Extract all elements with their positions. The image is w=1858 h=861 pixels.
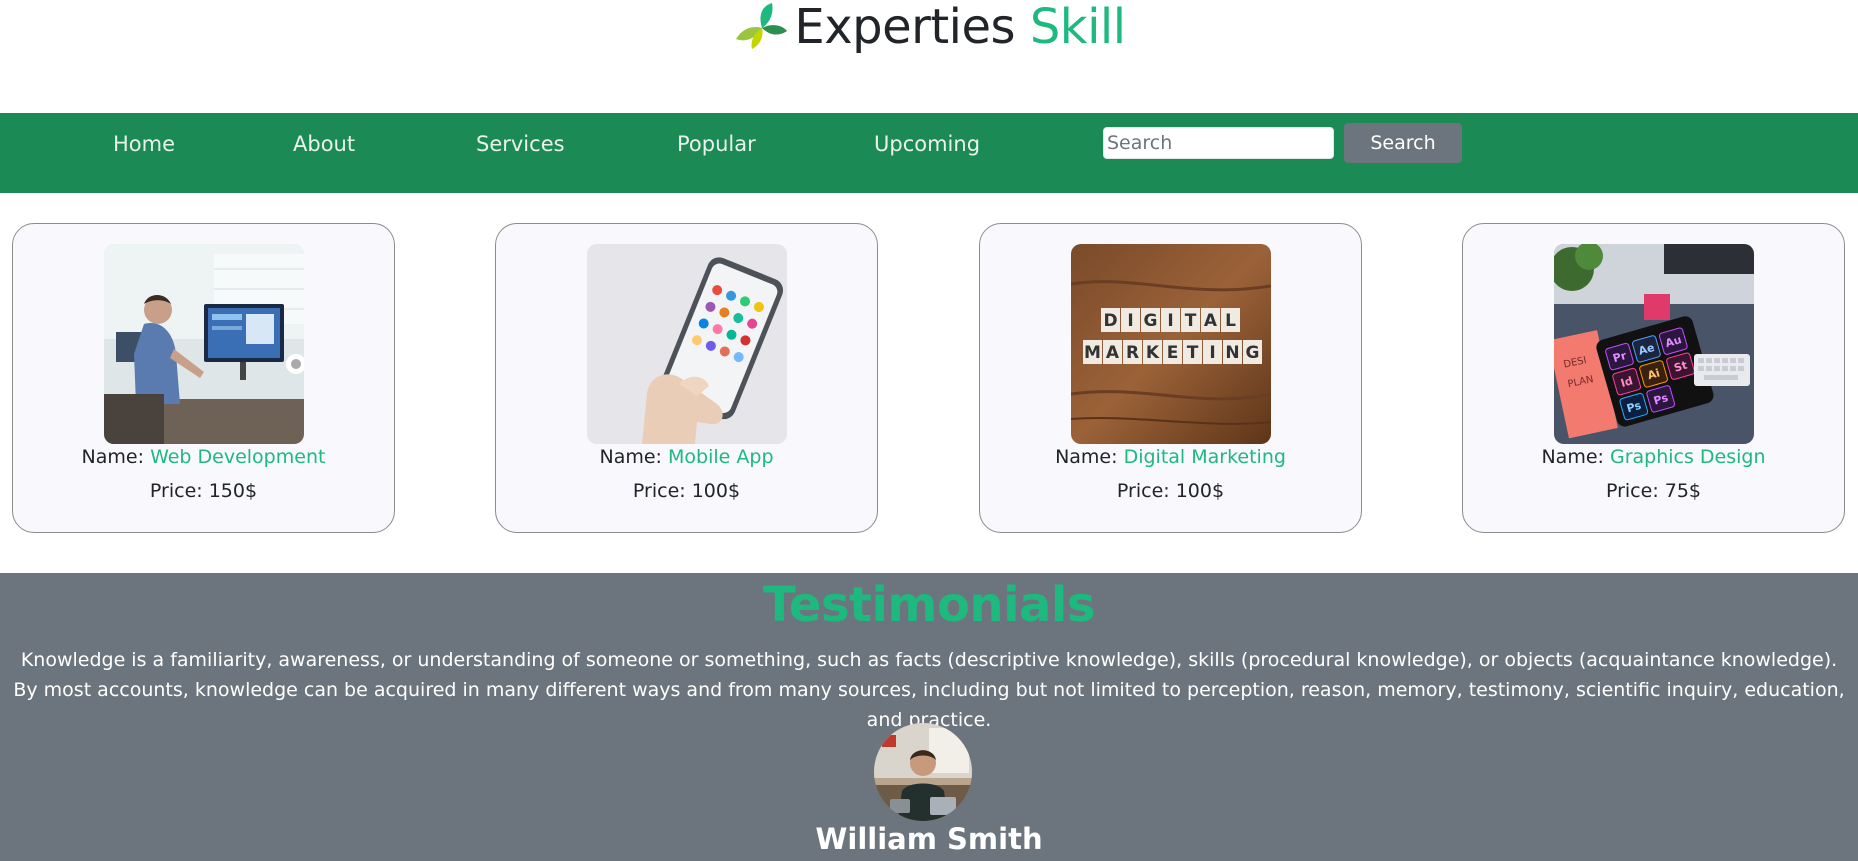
svg-text:I: I xyxy=(1127,311,1133,331)
svg-text:E: E xyxy=(1166,343,1178,363)
card-name: Name: Digital Marketing xyxy=(980,446,1361,468)
site-header: Experties Skill xyxy=(0,0,1858,60)
testimonials-title: Testimonials xyxy=(763,577,1095,633)
svg-text:G: G xyxy=(1143,311,1157,331)
nav-link-about[interactable]: About xyxy=(293,113,355,193)
card-price: Price: 100$ xyxy=(1116,480,1225,502)
svg-text:I: I xyxy=(1209,343,1215,363)
card-name-label: Name: xyxy=(81,446,145,468)
nav-link-services[interactable]: Services xyxy=(476,113,565,193)
nav-link-upcoming[interactable]: Upcoming xyxy=(874,113,980,193)
svg-text:A: A xyxy=(1203,311,1217,331)
leaf-logo-icon xyxy=(736,3,788,49)
service-card-mobile-app[interactable]: Name: Mobile App Price: 100$ xyxy=(495,223,878,533)
svg-text:R: R xyxy=(1125,343,1138,363)
svg-text:G: G xyxy=(1245,343,1259,363)
card-price: Price: 150$ xyxy=(149,480,258,502)
site-title-accent: Skill xyxy=(1029,0,1126,55)
card-price: Price: 75$ xyxy=(1605,480,1702,502)
search-button[interactable]: Search xyxy=(1344,123,1462,163)
svg-text:A: A xyxy=(1105,343,1119,363)
svg-text:T: T xyxy=(1186,343,1198,363)
svg-text:D: D xyxy=(1103,311,1117,331)
card-image-graphics-design: DESI PLAN Pr Ae Au Id Ai St Ps Ps xyxy=(1553,244,1754,444)
card-price: Price: 100$ xyxy=(632,480,741,502)
card-name-label: Name: xyxy=(1055,446,1118,468)
card-name-value: Graphics Design xyxy=(1609,446,1766,468)
svg-text:N: N xyxy=(1225,343,1239,363)
brand[interactable]: Experties Skill xyxy=(732,0,1126,55)
testimonial-text: Knowledge is a familiarity, awareness, o… xyxy=(13,649,1845,731)
card-name: Name: Web Development xyxy=(13,446,394,468)
svg-text:L: L xyxy=(1225,311,1236,331)
card-name-value: Web Development xyxy=(150,446,326,468)
card-name-value: Digital Marketing xyxy=(1123,446,1286,468)
card-name-label: Name: xyxy=(1541,446,1604,468)
site-title: Experties Skill xyxy=(794,0,1126,55)
search-input[interactable] xyxy=(1103,127,1334,159)
service-card-graphics-design[interactable]: DESI PLAN Pr Ae Au Id Ai St Ps Ps Name: … xyxy=(1462,223,1845,533)
svg-text:M: M xyxy=(1084,343,1101,363)
svg-text:K: K xyxy=(1145,343,1159,363)
card-name: Name: Mobile App xyxy=(496,446,877,468)
testimonial-person-name: William Smith xyxy=(815,822,1043,856)
card-image-digital-marketing: D I G I T A L M A R K E T I N G xyxy=(1070,244,1271,444)
card-name-label: Name: xyxy=(599,446,662,468)
card-name: Name: Graphics Design xyxy=(1463,446,1844,468)
card-image-mobile-app xyxy=(586,244,787,444)
avatar xyxy=(874,723,972,821)
site-title-primary: Experties xyxy=(794,0,1016,55)
nav-link-home[interactable]: Home xyxy=(113,113,175,193)
card-image-web-development xyxy=(103,244,304,444)
testimonials-section: Testimonials Knowledge is a familiarity,… xyxy=(0,573,1858,861)
svg-text:T: T xyxy=(1184,311,1196,331)
svg-text:I: I xyxy=(1167,311,1173,331)
nav-link-popular[interactable]: Popular xyxy=(677,113,756,193)
card-name-value: Mobile App xyxy=(668,446,774,468)
service-card-digital-marketing[interactable]: D I G I T A L M A R K E T I N G Name: Di… xyxy=(979,223,1362,533)
service-card-web-development[interactable]: Name: Web Development Price: 150$ xyxy=(12,223,395,533)
navbar: Home About Services Popular Upcoming Sea… xyxy=(0,113,1858,193)
